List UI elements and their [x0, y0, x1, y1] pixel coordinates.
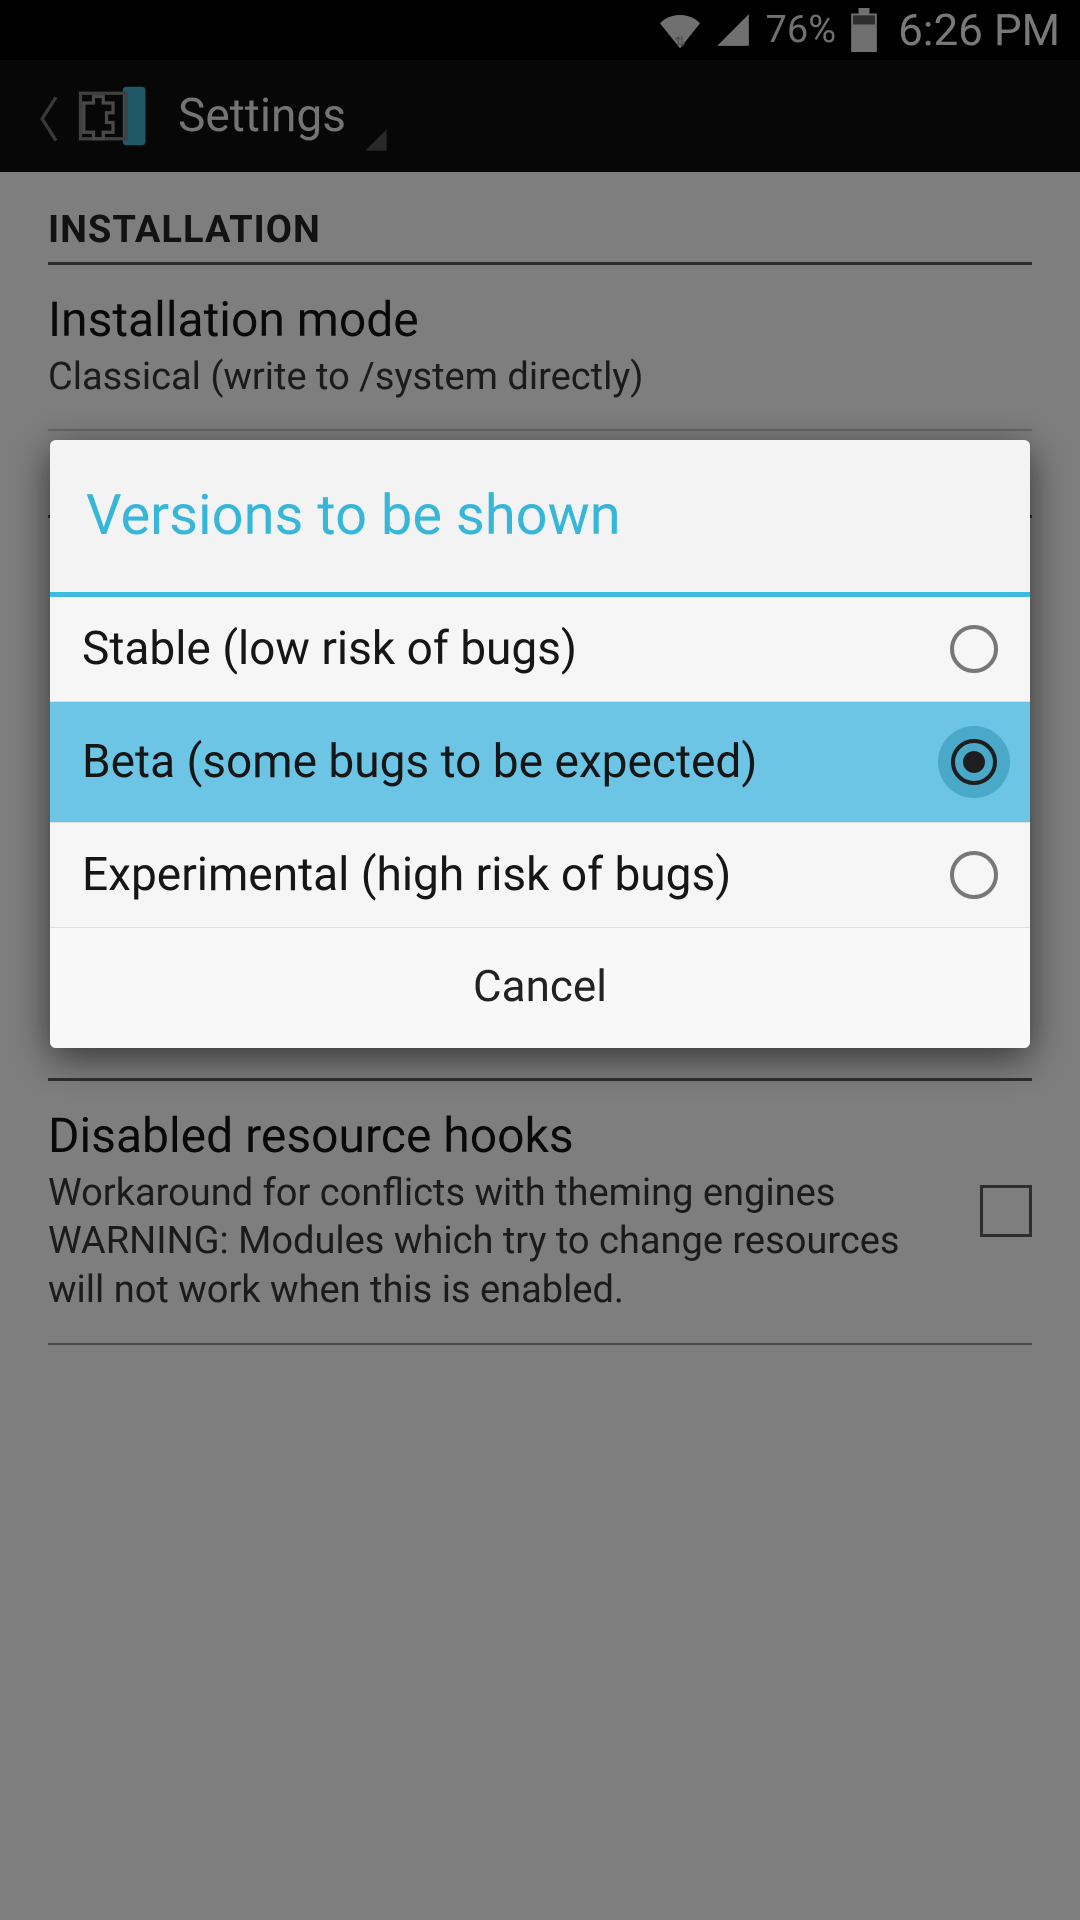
cancel-button[interactable]: Cancel	[50, 928, 1030, 1048]
radio-icon	[951, 739, 997, 785]
radio-selected-halo	[938, 726, 1010, 798]
dialog-option-stable[interactable]: Stable (low risk of bugs)	[50, 597, 1030, 702]
dialog-title: Versions to be shown	[50, 440, 1030, 597]
option-label: Beta (some bugs to be expected)	[82, 734, 918, 790]
radio-icon	[950, 851, 998, 899]
dialog-option-beta[interactable]: Beta (some bugs to be expected)	[50, 702, 1030, 823]
versions-dialog: Versions to be shown Stable (low risk of…	[50, 440, 1030, 1048]
option-label: Experimental (high risk of bugs)	[82, 847, 930, 903]
dialog-option-experimental[interactable]: Experimental (high risk of bugs)	[50, 823, 1030, 928]
radio-icon	[950, 625, 998, 673]
option-label: Stable (low risk of bugs)	[82, 621, 930, 677]
